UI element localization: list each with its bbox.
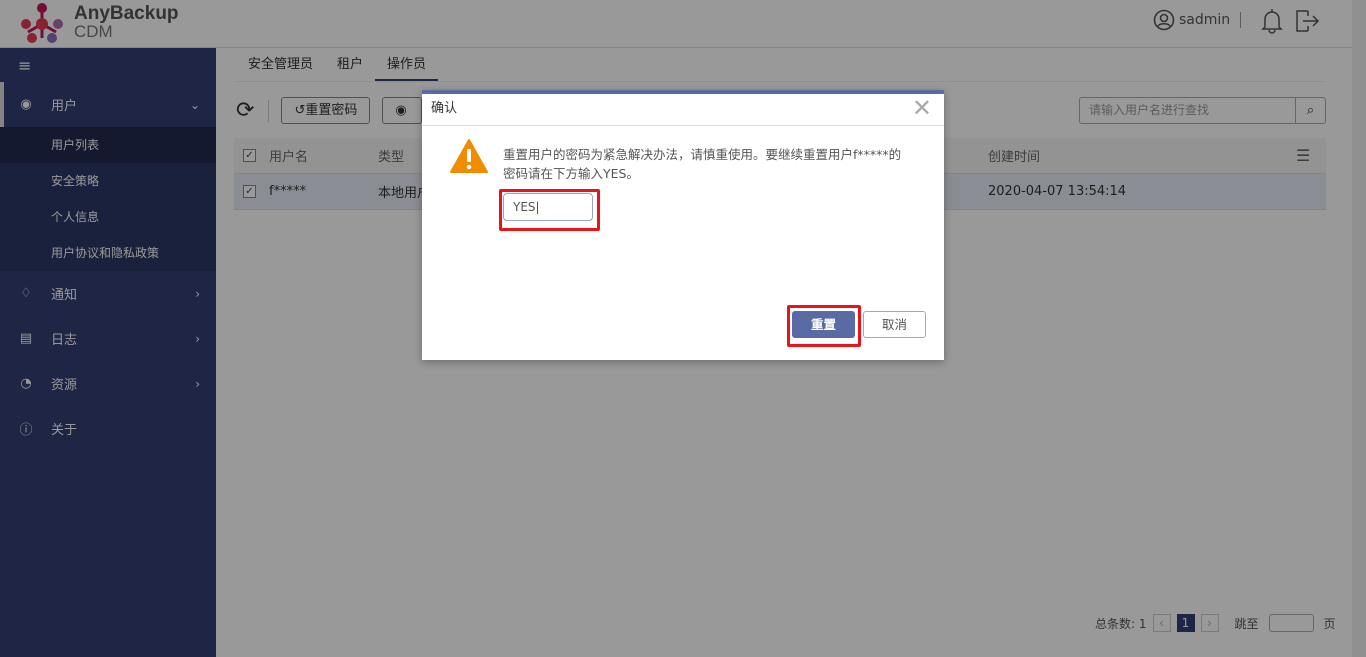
confirm-text-input[interactable]: YES| <box>503 193 593 221</box>
reset-confirm-button[interactable]: 重置 <box>792 311 855 338</box>
cancel-button[interactable]: 取消 <box>863 311 926 338</box>
confirm-dialog: 确认 ✕ 重置用户的密码为紧急解决办法，请慎重使用。要继续重置用户f*****的… <box>422 90 944 360</box>
warning-icon <box>450 139 488 173</box>
input-value: YES <box>513 200 536 214</box>
dialog-title: 确认 <box>422 94 944 126</box>
close-icon[interactable]: ✕ <box>912 96 932 120</box>
dialog-message: 重置用户的密码为紧急解决办法，请慎重使用。要继续重置用户f*****的密码请在下… <box>503 147 902 181</box>
